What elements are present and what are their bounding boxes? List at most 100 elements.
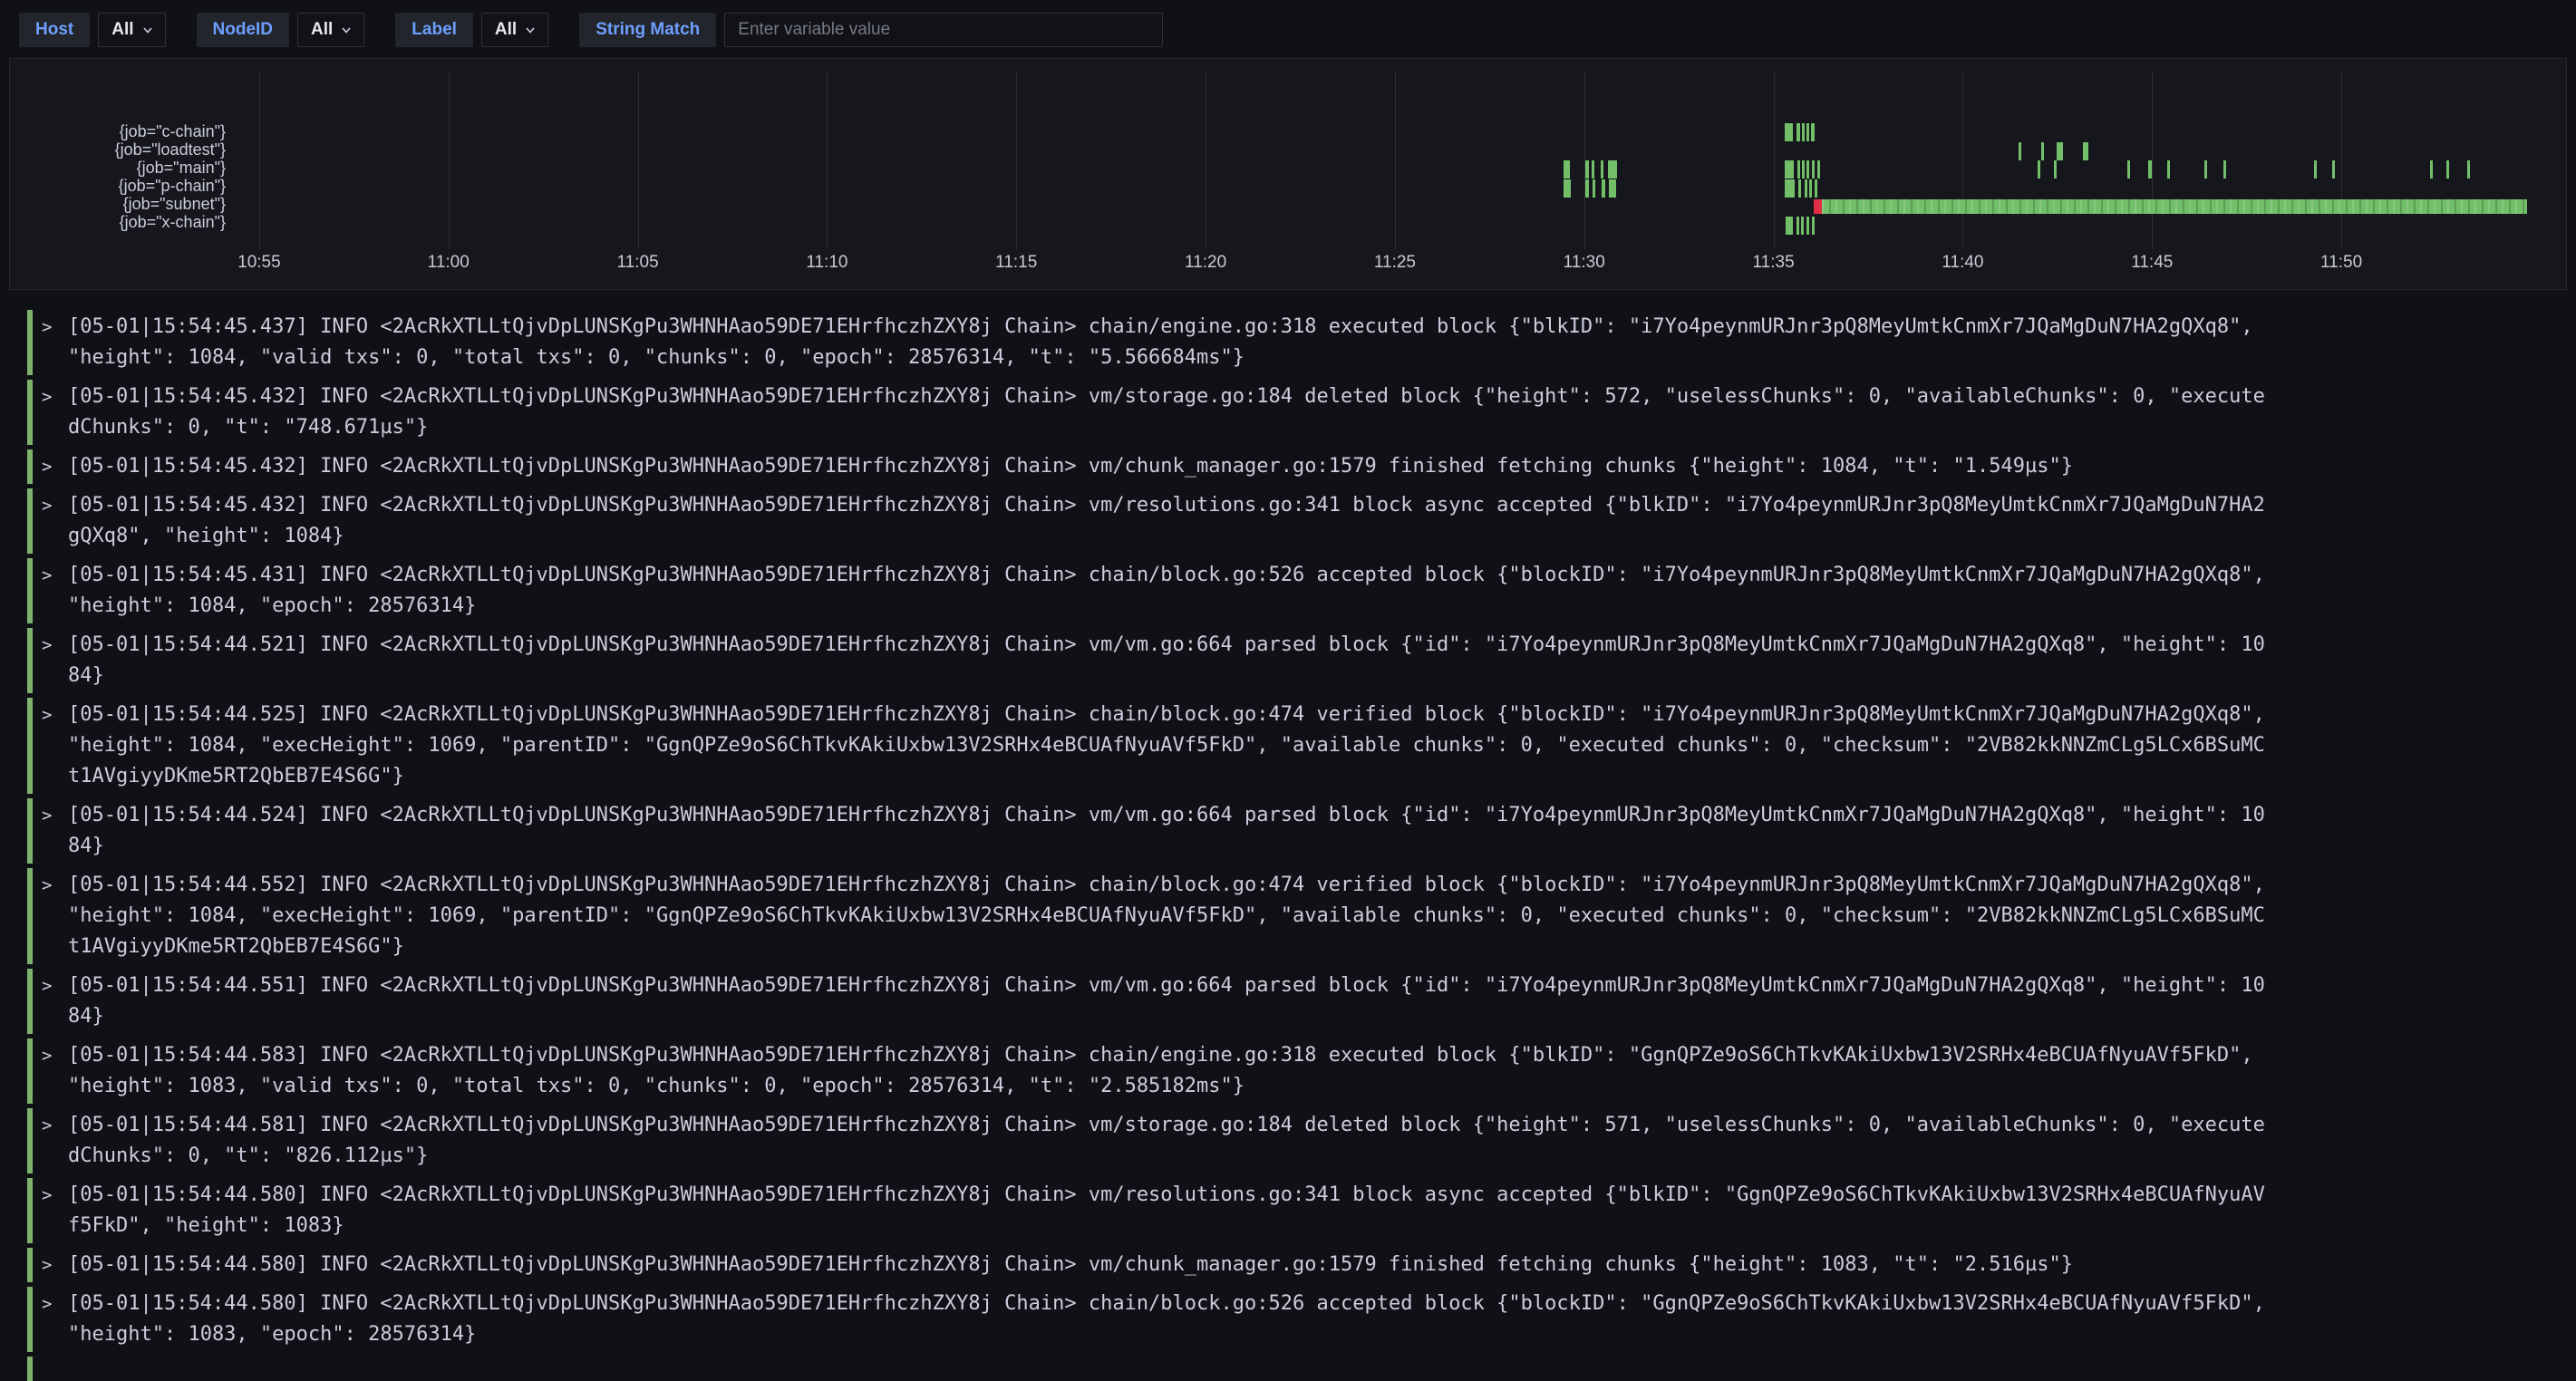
time-axis-label: 11:05 [617,253,659,273]
legend-item[interactable]: {job="main"} [10,159,226,177]
expand-chevron-icon[interactable]: > [42,630,68,661]
event-tick [2467,160,2470,179]
log-message: [05-01|15:54:44.551] INFO <2AcRkXTLLtQjv… [68,971,2265,1032]
log-row[interactable]: >[05-01|15:54:45.437] INFO <2AcRkXTLLtQj… [27,310,2576,375]
event-tick [1601,160,1603,179]
logs-panel: >[05-01|15:54:45.437] INFO <2AcRkXTLLtQj… [27,310,2576,1381]
event-tick [1817,160,1820,179]
variable-group-host: HostAll [19,13,166,47]
time-axis-label: 11:15 [995,253,1037,273]
expand-chevron-icon[interactable]: > [42,490,68,521]
event-tick [2446,160,2449,179]
legend-item[interactable]: {job="p-chain"} [10,177,226,195]
event-tick [1815,179,1817,198]
expand-chevron-icon[interactable]: > [42,1180,68,1211]
event-tick [1797,160,1800,179]
time-axis-label: 11:40 [1942,253,1983,273]
event-tick [1801,217,1804,235]
event-tick [1608,160,1614,179]
variable-value: All [311,20,333,40]
event-tick [1785,160,1794,179]
expand-chevron-icon[interactable]: > [42,560,68,591]
string-match-input[interactable] [724,13,1163,47]
log-row[interactable]: >[05-01|15:54:44.581] INFO <2AcRkXTLLtQj… [27,1108,2576,1173]
expand-chevron-icon[interactable]: > [42,451,68,482]
variable-filters: HostAllNodeIDAllLabelAll [19,13,579,47]
log-row[interactable]: >[05-01|15:54:44.580] INFO <2AcRkXTLLtQj… [27,1248,2576,1282]
legend-item[interactable]: {job="x-chain"} [10,213,226,231]
log-message: [05-01|15:54:44.524] INFO <2AcRkXTLLtQjv… [68,800,2265,862]
log-row[interactable]: >[05-01|15:54:44.580] INFO <2AcRkXTLLtQj… [27,1178,2576,1243]
string-match-label: String Match [579,13,716,47]
variable-select-label[interactable]: All [481,13,548,47]
event-tick [2167,160,2170,179]
log-message: [05-01|15:54:45.432] INFO <2AcRkXTLLtQjv… [68,451,2265,482]
event-tick [1805,179,1807,198]
log-row[interactable]: >[05-01|15:54:44.521] INFO <2AcRkXTLLtQj… [27,628,2576,693]
log-row[interactable]: >[05-01|15:54:44.580] INFO <2AcRkXTLLtQj… [27,1287,2576,1352]
legend-item[interactable]: {job="subnet"} [10,195,226,213]
expand-chevron-icon[interactable]: > [42,312,68,343]
activity-bar-segment [1822,199,2528,214]
variable-value: All [495,20,517,40]
log-row[interactable]: >[05-01|15:54:45.431] INFO <2AcRkXTLLtQj… [27,558,2576,623]
string-match-group: String Match [579,13,1163,47]
expand-chevron-icon[interactable]: > [42,1289,68,1319]
log-row[interactable]: >[05-01|15:54:44.583] INFO <2AcRkXTLLtQj… [27,1038,2576,1104]
event-tick [2332,160,2335,179]
legend-item[interactable]: {job="loadtest"} [10,140,226,159]
expand-chevron-icon[interactable]: > [42,800,68,831]
legend-item[interactable]: {job="c-chain"} [10,122,226,140]
event-tick [1806,160,1809,179]
expand-chevron-icon[interactable]: > [42,1110,68,1141]
event-tick [1614,160,1617,179]
log-row[interactable]: >[05-01|15:54:44.552] INFO <2AcRkXTLLtQj… [27,868,2576,964]
event-tick [2223,160,2226,179]
log-row-partial [27,1357,33,1381]
log-message: [05-01|15:54:44.581] INFO <2AcRkXTLLtQjv… [68,1110,2265,1172]
event-tick [1806,123,1809,141]
event-tick [2057,142,2063,160]
event-tick [2019,142,2021,160]
event-tick [1585,160,1589,179]
event-tick [1592,160,1594,179]
expand-chevron-icon[interactable]: > [42,700,68,730]
log-row[interactable]: >[05-01|15:54:44.551] INFO <2AcRkXTLLtQj… [27,969,2576,1034]
log-message: [05-01|15:54:45.431] INFO <2AcRkXTLLtQjv… [68,560,2265,622]
log-row[interactable]: >[05-01|15:54:45.432] INFO <2AcRkXTLLtQj… [27,449,2576,484]
log-message: [05-01|15:54:45.432] INFO <2AcRkXTLLtQjv… [68,381,2265,443]
expand-chevron-icon[interactable]: > [42,870,68,901]
event-tick [2127,160,2130,179]
event-tick [1798,179,1801,198]
variable-select-nodeid[interactable]: All [297,13,364,47]
error-bar-segment [1814,199,1822,214]
event-tick [1564,160,1570,179]
gridline [1016,72,1017,249]
log-message: [05-01|15:54:44.521] INFO <2AcRkXTLLtQjv… [68,630,2265,691]
log-message: [05-01|15:54:45.432] INFO <2AcRkXTLLtQjv… [68,490,2265,552]
time-axis-label: 10:55 [237,253,281,273]
log-row[interactable]: >[05-01|15:54:44.524] INFO <2AcRkXTLLtQj… [27,798,2576,864]
expand-chevron-icon[interactable]: > [42,1250,68,1280]
variable-value: All [111,20,133,40]
variable-select-host[interactable]: All [98,13,165,47]
expand-chevron-icon[interactable]: > [42,381,68,412]
event-tick [1796,217,1799,235]
log-message: [05-01|15:54:44.552] INFO <2AcRkXTLLtQjv… [68,870,2265,962]
chart-plot-area[interactable] [241,72,2555,246]
log-row[interactable]: >[05-01|15:54:44.525] INFO <2AcRkXTLLtQj… [27,698,2576,794]
chevron-down-icon [141,24,154,36]
gridline [2152,72,2153,249]
time-axis-label: 11:50 [2320,253,2362,273]
event-tick [1812,217,1815,235]
event-tick [1802,123,1805,141]
expand-chevron-icon[interactable]: > [42,1040,68,1071]
gridline [2341,72,2342,249]
time-axis-label: 11:25 [1374,253,1416,273]
log-message: [05-01|15:54:44.580] INFO <2AcRkXTLLtQjv… [68,1289,2265,1350]
log-row[interactable]: >[05-01|15:54:45.432] INFO <2AcRkXTLLtQj… [27,380,2576,445]
expand-chevron-icon[interactable]: > [42,971,68,1001]
log-row[interactable]: >[05-01|15:54:45.432] INFO <2AcRkXTLLtQj… [27,488,2576,554]
time-axis-label: 11:30 [1564,253,1605,273]
gridline [638,72,639,249]
